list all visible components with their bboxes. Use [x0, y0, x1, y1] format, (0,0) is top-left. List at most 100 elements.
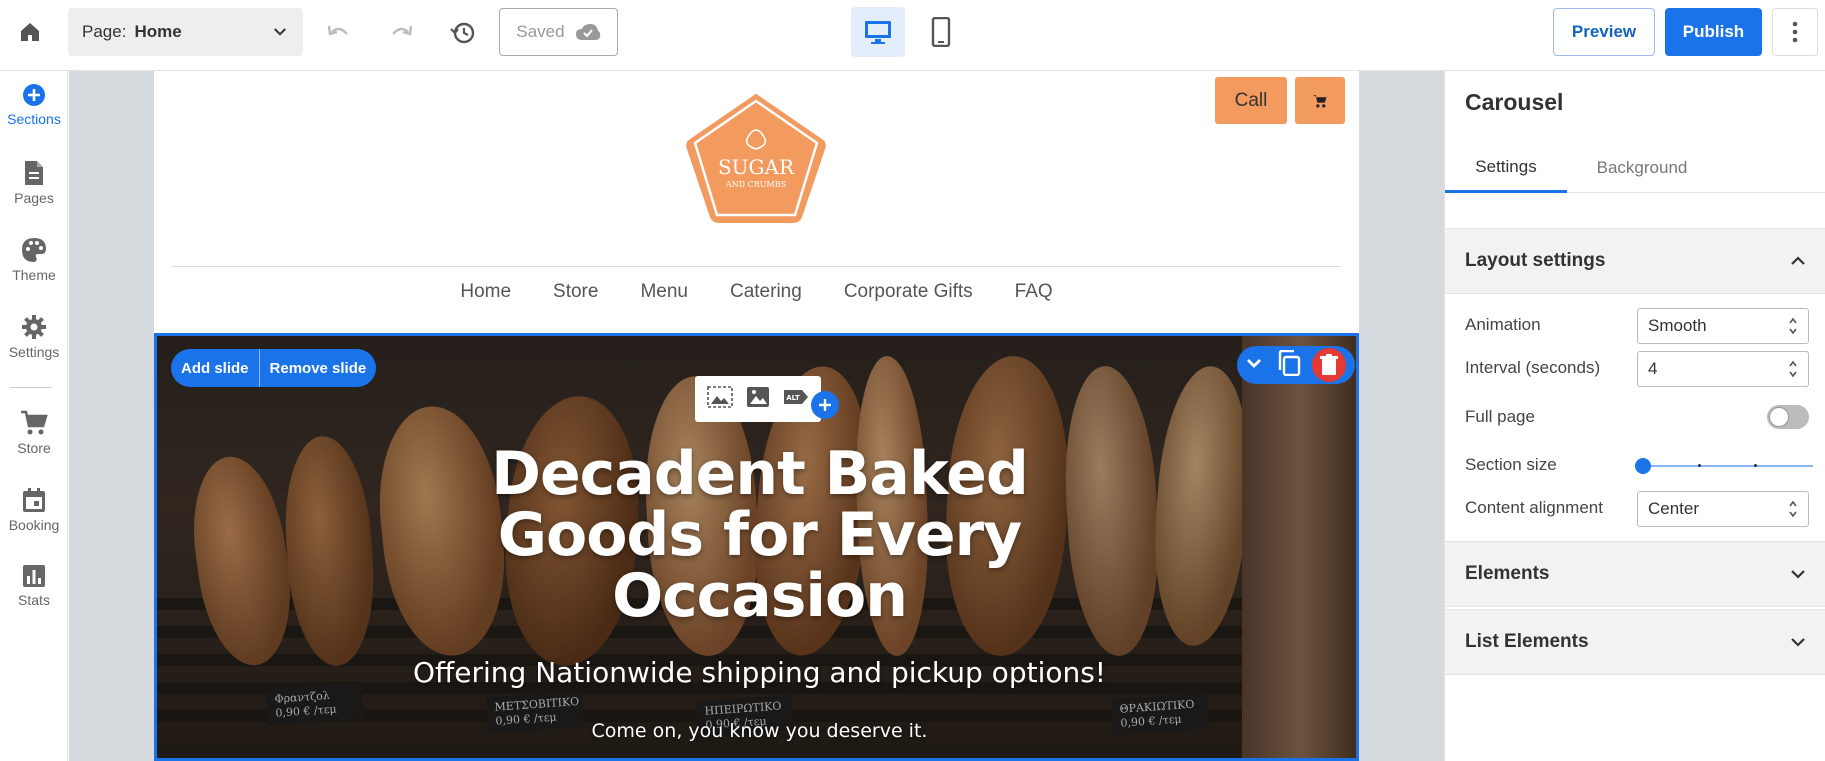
collapse-section-button[interactable] [1245, 356, 1263, 375]
call-button[interactable]: Call [1215, 77, 1287, 124]
publish-button[interactable]: Publish [1665, 8, 1762, 56]
undo-icon [327, 25, 348, 36]
rail-label-booking: Booking [8, 517, 60, 533]
elements-header[interactable]: Elements [1445, 541, 1825, 607]
replace-image-button[interactable] [746, 386, 770, 413]
cloud-check-icon [575, 24, 600, 40]
list-elements-title: List Elements [1465, 631, 1589, 652]
tab-background[interactable]: Background [1567, 143, 1717, 193]
image-crop-icon [707, 385, 734, 408]
content-alignment-label: Content alignment [1465, 498, 1603, 517]
calendar-icon [23, 488, 45, 512]
add-section-button[interactable] [811, 391, 839, 419]
spinner-arrows-icon [1789, 317, 1797, 335]
nav-link-corporate-gifts[interactable]: Corporate Gifts [844, 281, 973, 303]
chart-icon [23, 565, 45, 587]
hero-subtitle[interactable]: Offering Nationwide shipping and pickup … [157, 656, 1356, 689]
redo-icon [392, 25, 413, 36]
page-label: Page: [82, 22, 127, 41]
content-alignment-select[interactable]: Center [1637, 491, 1809, 527]
home-button[interactable] [14, 16, 46, 48]
rail-label-sections: Sections [7, 111, 61, 127]
layout-settings-header[interactable]: Layout settings [1445, 228, 1825, 294]
spinner-arrows-icon [1789, 360, 1797, 378]
alt-text-button[interactable]: ALT [783, 388, 809, 411]
rail-label-theme: Theme [12, 267, 56, 283]
fullpage-toggle[interactable] [1767, 405, 1809, 429]
desktop-view-button[interactable] [851, 7, 905, 57]
chevron-down-icon [1791, 570, 1805, 579]
history-button[interactable] [446, 16, 480, 50]
more-options-button[interactable] [1772, 8, 1818, 56]
crop-image-button[interactable] [707, 385, 734, 413]
nav-link-store[interactable]: Store [553, 281, 598, 303]
alt-tag-icon: ALT [783, 389, 808, 404]
chevron-down-icon [1791, 638, 1805, 647]
rail-label-stats: Stats [18, 592, 50, 608]
nav-link-menu[interactable]: Menu [640, 281, 688, 303]
nav-link-home[interactable]: Home [460, 281, 511, 303]
rail-item-store[interactable]: Store [0, 398, 68, 464]
rail-item-sections[interactable]: Sections [0, 71, 68, 137]
remove-slide-button[interactable]: Remove slide [260, 349, 377, 387]
rail-label-pages: Pages [14, 190, 54, 206]
properties-panel: Carousel Settings Background Layout sett… [1444, 71, 1825, 761]
image-toolbar: ALT [695, 376, 821, 422]
history-icon [450, 22, 475, 44]
rail-item-theme[interactable]: Theme [0, 225, 68, 291]
fullpage-row: Full page [1465, 400, 1810, 434]
duplicate-section-button[interactable] [1277, 349, 1301, 381]
nav-link-faq[interactable]: FAQ [1015, 281, 1053, 303]
site-nav: Home Store Menu Catering Corporate Gifts… [154, 281, 1359, 303]
panel-title: Carousel [1465, 89, 1564, 115]
rail-item-pages[interactable]: Pages [0, 148, 68, 214]
site-logo[interactable]: SUGAR AND CRUMBS [683, 89, 829, 229]
cart-icon [21, 410, 48, 435]
animation-value: Smooth [1648, 316, 1707, 335]
fullpage-label: Full page [1465, 407, 1535, 426]
section-size-label: Section size [1465, 455, 1557, 474]
gear-icon [22, 315, 46, 339]
rail-item-booking[interactable]: Booking [0, 475, 68, 541]
carousel-section[interactable]: Φραντζολ 0,90 € /τεμ ΜΕΤΣΟΒΙΤΙΚΟ 0,90 € /τ… [154, 333, 1359, 761]
animation-select[interactable]: Smooth [1637, 308, 1809, 344]
saved-label: Saved [516, 22, 565, 41]
editor-canvas: Call SUGAR AND CRUMBS Home Store Menu Ca… [69, 71, 1444, 761]
plus-icon [819, 399, 831, 411]
more-vertical-icon [1792, 21, 1798, 43]
logo-text-secondary: AND CRUMBS [725, 180, 786, 189]
mobile-view-button[interactable] [918, 7, 964, 57]
add-slide-button[interactable]: Add slide [171, 349, 259, 387]
svg-text:ALT: ALT [786, 394, 800, 402]
rail-item-settings[interactable]: Settings [0, 302, 68, 368]
tab-settings[interactable]: Settings [1445, 143, 1567, 193]
page-icon [25, 161, 43, 185]
cart-icon [1313, 94, 1327, 107]
slider-knob[interactable] [1635, 458, 1651, 474]
interval-label: Interval (seconds) [1465, 358, 1601, 377]
delete-section-button[interactable] [1310, 346, 1348, 384]
list-elements-header[interactable]: List Elements [1445, 609, 1825, 675]
section-size-slider[interactable] [1635, 458, 1813, 474]
site-preview: Call SUGAR AND CRUMBS Home Store Menu Ca… [154, 71, 1359, 761]
rail-item-stats[interactable]: Stats [0, 552, 68, 618]
site-cart-button[interactable] [1295, 77, 1345, 124]
interval-input[interactable]: 4 [1637, 351, 1809, 387]
nav-link-catering[interactable]: Catering [730, 281, 802, 303]
nav-divider [172, 266, 1341, 267]
elements-title: Elements [1465, 563, 1550, 584]
left-nav-rail: Sections Pages Theme Settings Store Book… [0, 71, 68, 761]
hero-tagline[interactable]: Come on, you know you deserve it. [157, 720, 1356, 742]
rail-label-store: Store [17, 440, 51, 456]
preview-button[interactable]: Preview [1553, 8, 1655, 56]
slider-step [1698, 464, 1701, 467]
page-dropdown[interactable]: Page: Home [68, 8, 303, 56]
rail-label-settings: Settings [8, 344, 60, 360]
logo-text-primary: SUGAR [718, 155, 795, 179]
chevron-up-icon [1791, 256, 1805, 265]
spinner-arrows-icon [1789, 500, 1797, 518]
hero-title[interactable]: Decadent Baked Goods for Every Occasion [157, 444, 1356, 627]
redo-button[interactable] [384, 16, 418, 50]
undo-button[interactable] [322, 16, 356, 50]
chevron-down-icon [274, 28, 286, 36]
